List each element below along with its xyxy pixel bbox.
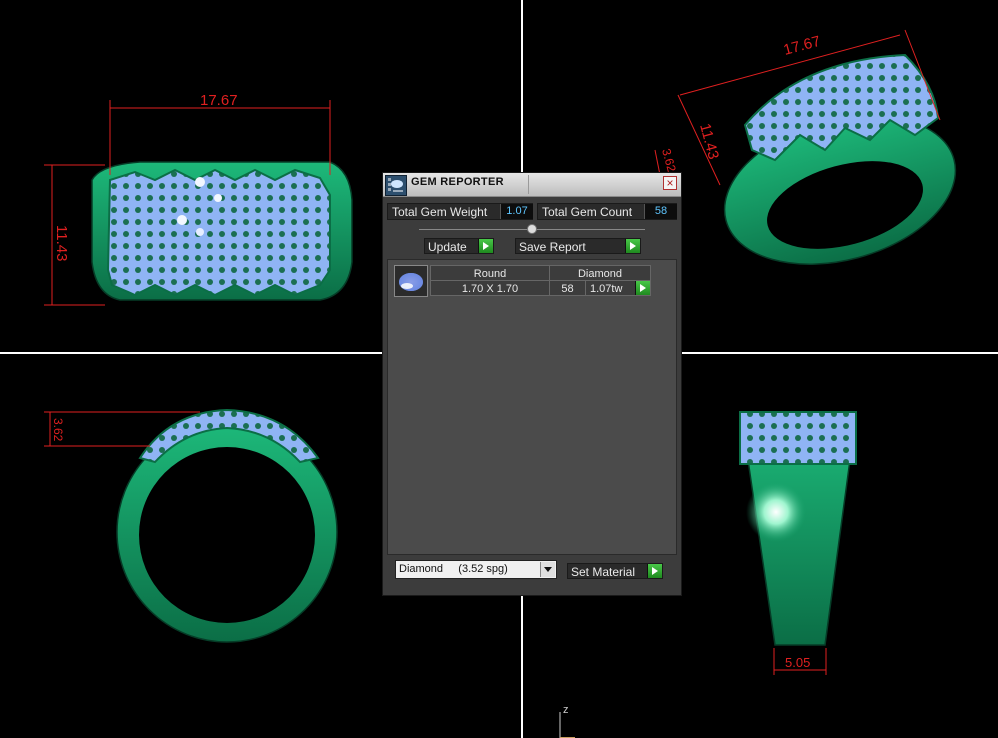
material-select-value: Diamond (3.52 spg) (399, 563, 508, 575)
gem-reporter-icon (385, 175, 407, 196)
play-icon[interactable] (635, 281, 650, 295)
play-icon (647, 564, 662, 578)
material-select[interactable]: Diamond (3.52 spg) (395, 560, 557, 579)
gem-reporter-panel[interactable]: GEM REPORTER × Total Gem Weight 1.07 Tot… (382, 172, 682, 596)
update-button-label: Update (428, 240, 467, 254)
save-report-button[interactable]: Save Report (515, 238, 641, 254)
ring-front-view (116, 408, 338, 643)
total-gem-weight-value: 1.07 (500, 204, 533, 219)
dimension-depth-front: 3.62 (51, 418, 65, 442)
collapse-handle[interactable] (527, 224, 537, 234)
save-report-button-label: Save Report (519, 240, 586, 254)
play-icon (478, 239, 493, 253)
set-material-button-label: Set Material (571, 565, 636, 579)
dimension-shank-width: 5.05 (785, 655, 810, 670)
gem-weight-cell[interactable]: 1.07tw (585, 280, 651, 296)
dimension-width-top: 17.67 (200, 92, 238, 109)
dimension-height-top: 11.43 (53, 225, 70, 261)
close-button[interactable]: × (663, 176, 677, 190)
column-header-shape: Round (430, 265, 550, 281)
total-gem-count-label: Total Gem Count (542, 205, 633, 219)
gem-thumbnail-icon[interactable] (394, 265, 428, 297)
panel-titlebar[interactable]: GEM REPORTER × (383, 173, 681, 197)
column-header-material: Diamond (549, 265, 651, 281)
panel-title: GEM REPORTER (411, 176, 504, 188)
play-icon (625, 239, 640, 253)
gem-list[interactable]: Round Diamond 1.70 X 1.70 58 1.07tw (387, 259, 677, 555)
total-gem-weight-field: Total Gem Weight 1.07 (387, 203, 533, 220)
dimension-width-perspective: 17.67 (782, 33, 823, 59)
titlebar-separator (528, 175, 529, 194)
chevron-down-icon[interactable] (540, 562, 555, 577)
gem-size-cell: 1.70 X 1.70 (430, 280, 550, 296)
set-material-button[interactable]: Set Material (567, 563, 663, 579)
total-gem-count-field: Total Gem Count 58 (537, 203, 677, 220)
total-gem-count-value: 58 (644, 204, 677, 219)
ring-side-view (739, 411, 857, 646)
ring-top-view (91, 161, 353, 301)
gem-weight-value: 1.07tw (590, 283, 623, 295)
total-gem-weight-label: Total Gem Weight (392, 205, 488, 219)
update-button[interactable]: Update (424, 238, 494, 254)
axis-z-label: z (563, 704, 569, 716)
ring-perspective-view (723, 53, 957, 265)
dimension-depth-perspective: 3.62 (659, 147, 679, 173)
gem-count-cell: 58 (549, 280, 586, 296)
